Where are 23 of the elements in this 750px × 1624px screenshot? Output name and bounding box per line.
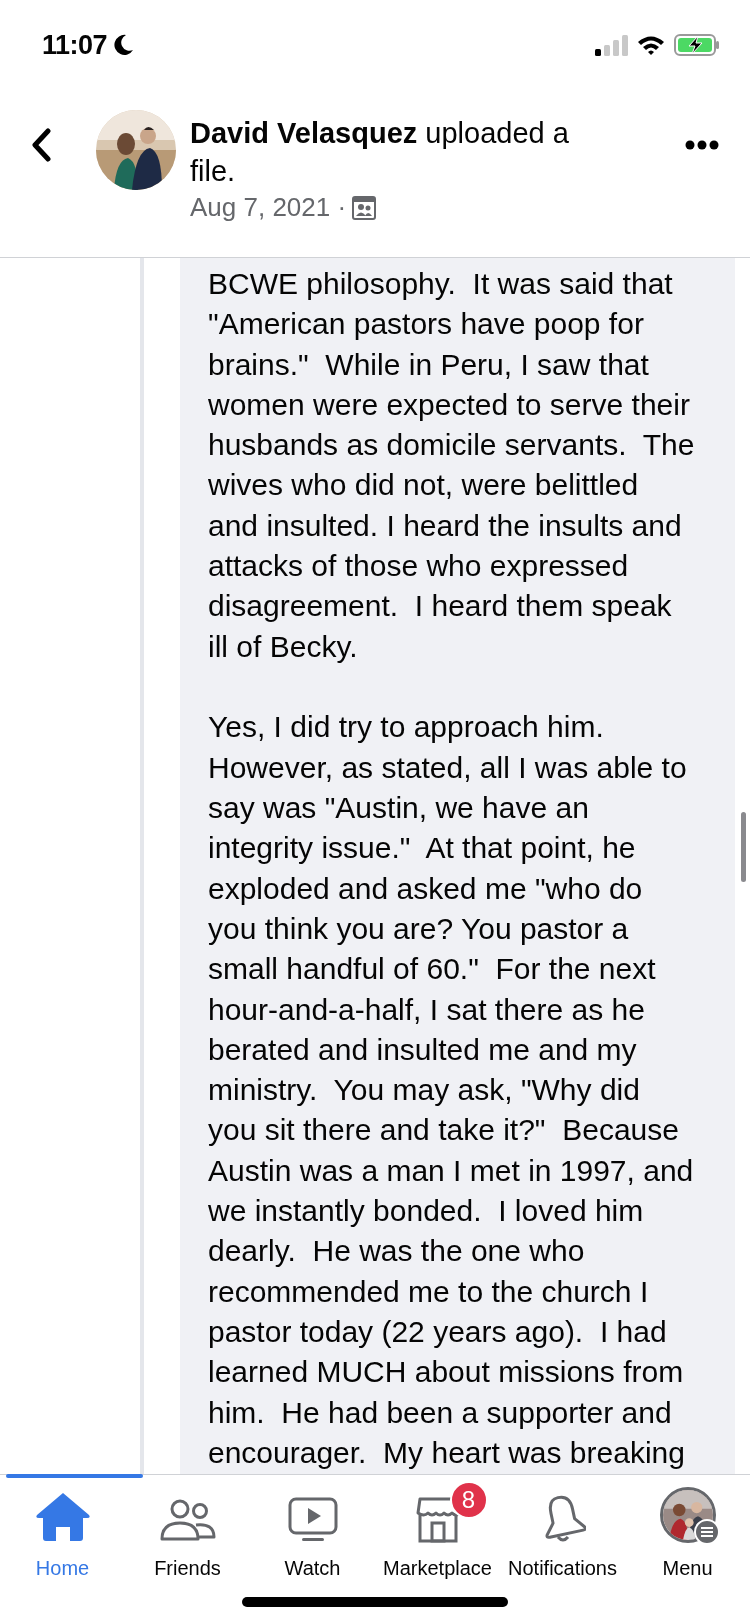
tab-button[interactable]: Menu — [625, 1475, 750, 1585]
tab-button[interactable]: 8 Marketplace — [375, 1475, 500, 1585]
tab-button[interactable]: Notifications — [500, 1475, 625, 1585]
audience-icon — [352, 195, 377, 220]
wifi-icon — [636, 34, 666, 56]
moon-icon — [111, 33, 136, 57]
signal-icon — [594, 34, 628, 56]
post-date: Aug 7, 2021 · — [190, 192, 347, 223]
menu-icon — [693, 1519, 720, 1545]
post-author-line: David Velasquez uploaded a file. — [190, 116, 570, 189]
video-screen-icon — [287, 1497, 338, 1543]
scroll-indicator — [741, 812, 746, 882]
chevron-left-icon — [30, 128, 52, 162]
tab-button[interactable]: Watch — [250, 1475, 375, 1585]
more-options-button[interactable] — [684, 138, 720, 152]
tab-button[interactable]: Friends — [125, 1475, 250, 1585]
more-icon — [684, 138, 720, 152]
tab-button[interactable]: Home — [0, 1475, 125, 1585]
notification-count-badge: 8 — [449, 1481, 488, 1519]
clock-time: 11:07 — [42, 29, 108, 61]
document-paragraph: Yes, I did try to approach him. However, as stated, all I was able to say was "Austin, we have an integrity issue." At that point, he exploded and asked me "who do you think you are? You pastor a small handful of 60." For the next hour-and-a-half, I sat there as he berated and insulted me and my ministry. You may ask, "Why did you sit there and take it?" Because Austin was a man I met in 1997, and we instantly bonded. I loved him dearly. He was the one who recommended me to the church I pastor today (22 years ago). I had learned MUCH about missions from him. He had been a supporter and encourager. My heart was breaking — [208, 709, 695, 1471]
battery-charging-icon — [674, 33, 720, 57]
document-paragraph: BCWE philosophy. It was said that "American pastors have poop for brains." While in Peru, I saw that women were expected to serve their husbands as domicile servants. The wives who did not, were belittled and insulted. I heard the insults and attacks of those who expressed disagreement. I heard them speak ill of Becky. — [208, 266, 696, 665]
